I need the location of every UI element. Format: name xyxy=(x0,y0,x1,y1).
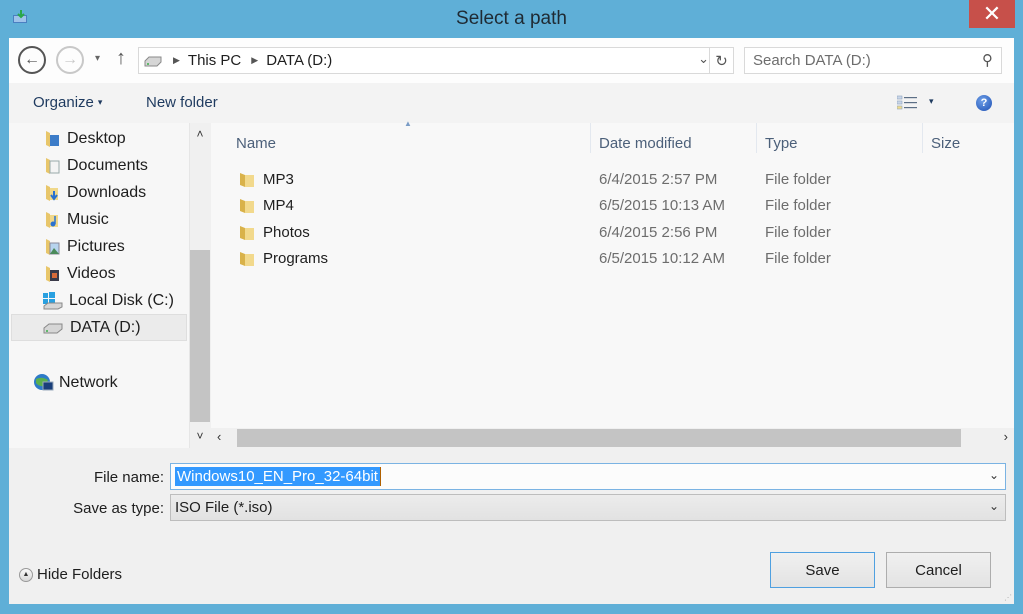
chevron-down-icon[interactable]: ⌄ xyxy=(989,468,999,482)
search-input[interactable] xyxy=(745,48,965,73)
network-icon xyxy=(33,373,55,392)
folder-icon xyxy=(240,226,254,240)
desktop-folder-icon xyxy=(43,130,61,148)
sidebar-item-desktop[interactable]: Desktop xyxy=(11,125,187,152)
help-icon[interactable]: ? xyxy=(976,95,992,111)
sort-ascending-icon: ▲ xyxy=(404,119,412,128)
sidebar-item-documents[interactable]: Documents xyxy=(11,152,187,179)
windows-drive-icon xyxy=(41,291,63,310)
file-list-horizontal-scrollbar[interactable]: ‹ › xyxy=(211,428,1014,448)
new-folder-button[interactable]: New folder xyxy=(146,94,218,111)
back-button[interactable]: ← xyxy=(18,46,46,74)
sidebar-item-pictures[interactable]: Pictures xyxy=(11,233,187,260)
column-divider[interactable] xyxy=(590,123,591,153)
title-bar: Select a path ✕ xyxy=(0,0,1023,38)
file-name-value[interactable]: Windows10_EN_Pro_32-64bit xyxy=(175,467,381,486)
search-box[interactable]: ⚲ xyxy=(744,47,1002,74)
downloads-folder-icon xyxy=(43,184,61,202)
forward-button[interactable]: → xyxy=(56,46,84,74)
column-header-name[interactable]: Name xyxy=(236,135,276,152)
column-divider[interactable] xyxy=(922,123,923,153)
folder-icon xyxy=(240,199,254,213)
column-header-type[interactable]: Type xyxy=(765,135,798,152)
pictures-folder-icon xyxy=(43,238,61,256)
file-row[interactable]: MP4 6/5/2015 10:13 AM File folder xyxy=(211,194,1014,220)
column-divider[interactable] xyxy=(756,123,757,153)
recent-locations-dropdown[interactable]: ▾ xyxy=(95,53,100,64)
sidebar-item-data-d[interactable]: DATA (D:) xyxy=(11,314,187,341)
scrollbar-thumb[interactable] xyxy=(190,250,210,422)
drive-icon xyxy=(144,56,162,66)
scrollbar-thumb[interactable] xyxy=(237,429,961,447)
column-header-size[interactable]: Size xyxy=(931,135,960,152)
hide-folders-button[interactable]: ▲ Hide Folders xyxy=(19,566,122,583)
save-as-type-value: ISO File (*.iso) xyxy=(175,499,273,516)
music-folder-icon xyxy=(43,211,61,229)
file-row[interactable]: Photos 6/4/2015 2:56 PM File folder xyxy=(211,221,1014,247)
up-button[interactable]: ↑ xyxy=(116,47,126,70)
breadcrumb-data-drive[interactable]: DATA (D:) xyxy=(266,52,332,69)
sidebar-item-network[interactable]: Network xyxy=(11,369,187,396)
file-list: ▲ Name Date modified Type Size MP3 6/4/2… xyxy=(211,119,1014,428)
sidebar-item-local-disk-c[interactable]: Local Disk (C:) xyxy=(11,287,187,314)
videos-folder-icon xyxy=(43,265,61,283)
breadcrumb-separator-icon: ▶ xyxy=(173,55,180,65)
file-name-field[interactable]: Windows10_EN_Pro_32-64bit ⌄ xyxy=(170,463,1006,490)
navigation-bar: ← → ▾ ↑ ▶ This PC ▶ DATA (D:) ⌄ ↻ ⚲ xyxy=(9,38,1014,83)
collapse-up-icon: ▲ xyxy=(19,567,33,582)
folder-icon xyxy=(240,173,254,187)
scroll-up-icon[interactable]: ˄ xyxy=(190,127,210,141)
save-as-type-label: Save as type: xyxy=(73,500,164,517)
sidebar-item-videos[interactable]: Videos xyxy=(11,260,187,287)
hide-folders-label: Hide Folders xyxy=(37,566,123,583)
breadcrumb-separator-icon: ▶ xyxy=(251,55,259,65)
navigation-pane-scrollbar[interactable]: ˄ ˅ xyxy=(189,123,210,448)
organize-label: Organize xyxy=(33,94,94,111)
chevron-down-icon[interactable]: ⌄ xyxy=(698,51,709,67)
folder-icon xyxy=(240,252,254,266)
address-bar[interactable]: ▶ This PC ▶ DATA (D:) ⌄ ↻ xyxy=(138,47,734,74)
command-toolbar: Organize ▾ New folder ▾ ? xyxy=(9,83,1014,123)
close-button[interactable]: ✕ xyxy=(969,0,1015,28)
search-icon[interactable]: ⚲ xyxy=(982,51,993,69)
chevron-down-icon[interactable]: ⌄ xyxy=(989,499,999,513)
organize-button[interactable]: Organize ▾ xyxy=(33,94,102,111)
scroll-down-icon[interactable]: ˅ xyxy=(190,429,210,443)
navigation-pane: Desktop Documents Downloads Music Pictur… xyxy=(9,123,189,448)
dialog-client: ← → ▾ ↑ ▶ This PC ▶ DATA (D:) ⌄ ↻ ⚲ Orga… xyxy=(9,38,1014,604)
save-as-type-select[interactable]: ISO File (*.iso) ⌄ xyxy=(170,494,1006,521)
file-row[interactable]: MP3 6/4/2015 2:57 PM File folder xyxy=(211,168,1014,194)
caret-down-icon: ▾ xyxy=(97,97,103,107)
sidebar-item-downloads[interactable]: Downloads xyxy=(11,179,187,206)
window-title: Select a path xyxy=(456,8,567,29)
resize-grip-icon[interactable]: ⋰ xyxy=(1004,593,1012,602)
scroll-right-icon[interactable]: › xyxy=(1004,429,1008,444)
documents-folder-icon xyxy=(43,157,61,175)
save-button[interactable]: Save xyxy=(770,552,875,588)
refresh-button[interactable]: ↻ xyxy=(709,48,733,73)
sidebar-item-music[interactable]: Music xyxy=(11,206,187,233)
file-name-label: File name: xyxy=(93,469,164,486)
cancel-button[interactable]: Cancel xyxy=(886,552,991,588)
view-options-dropdown[interactable]: ▾ xyxy=(929,96,934,107)
file-row[interactable]: Programs 6/5/2015 10:12 AM File folder xyxy=(211,247,1014,273)
scroll-left-icon[interactable]: ‹ xyxy=(217,429,221,444)
breadcrumb-this-pc[interactable]: This PC xyxy=(188,52,241,69)
drive-icon xyxy=(42,319,64,337)
view-options-icon[interactable] xyxy=(897,95,917,111)
column-header-date-modified[interactable]: Date modified xyxy=(599,135,692,152)
